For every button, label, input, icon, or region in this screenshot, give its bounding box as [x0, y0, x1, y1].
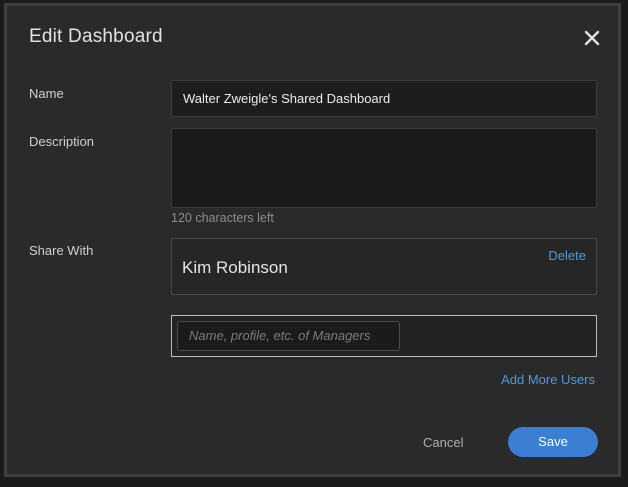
- add-more-users-link[interactable]: Add More Users: [501, 372, 595, 387]
- close-button[interactable]: [582, 28, 602, 48]
- user-search-container: Name, profile, etc. of Managers: [171, 315, 597, 357]
- share-with-label: Share With: [29, 243, 94, 258]
- characters-left-hint: 120 characters left: [171, 211, 274, 225]
- shared-user-name: Kim Robinson: [182, 258, 288, 277]
- close-icon: [584, 30, 600, 46]
- cancel-button[interactable]: Cancel: [423, 435, 463, 450]
- description-label: Description: [29, 134, 95, 149]
- description-field[interactable]: [171, 128, 597, 208]
- shared-user-item: Kim Robinson Delete: [171, 238, 597, 295]
- user-search-input[interactable]: Name, profile, etc. of Managers: [177, 321, 400, 351]
- dialog-title: Edit Dashboard: [29, 26, 163, 47]
- save-button[interactable]: Save: [508, 427, 598, 457]
- delete-user-link[interactable]: Delete: [548, 248, 586, 263]
- edit-dashboard-dialog: Edit Dashboard Name Walter Zweigle's Sha…: [4, 3, 621, 477]
- name-field[interactable]: Walter Zweigle's Shared Dashboard: [171, 80, 597, 117]
- name-label: Name: [29, 86, 64, 101]
